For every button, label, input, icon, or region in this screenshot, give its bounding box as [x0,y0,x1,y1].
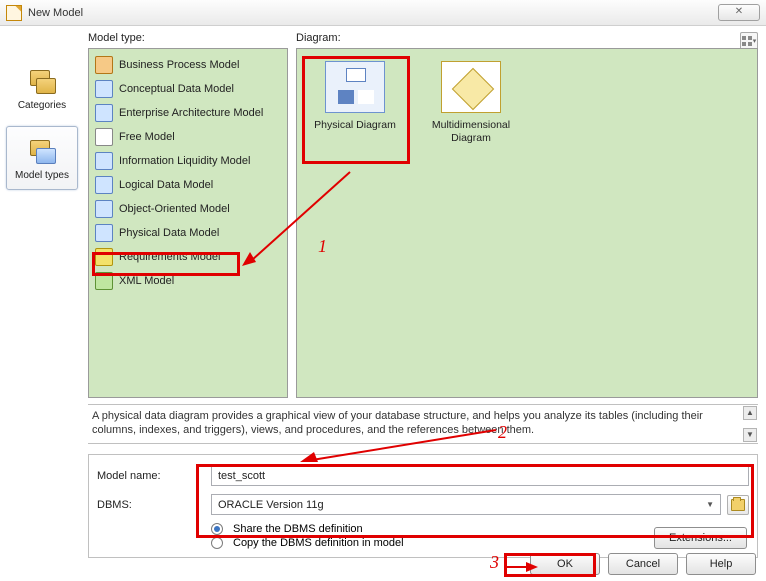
model-type-item[interactable]: Requirements Model [91,245,285,269]
description-text: A physical data diagram provides a graph… [92,410,703,436]
radio-copy-label[interactable]: Copy the DBMS definition in model [233,537,404,549]
rqm-icon [95,248,113,266]
eam-icon [95,104,113,122]
model-type-item[interactable]: Business Process Model [91,53,285,77]
radio-share[interactable] [211,523,223,535]
folder-icon [731,499,745,511]
model-type-item[interactable]: Object-Oriented Model [91,197,285,221]
dbms-label: DBMS: [97,499,205,511]
model-type-list[interactable]: Business Process Model Conceptual Data M… [88,48,288,398]
window-title: New Model [28,7,83,19]
model-name-input[interactable] [211,465,749,486]
nav-label: Categories [18,100,66,111]
options-form: Model name: DBMS: ORACLE Version 11g Sha… [88,454,758,558]
description-box: A physical data diagram provides a graph… [88,404,758,444]
model-type-item[interactable]: Free Model [91,125,285,149]
diagram-physical[interactable]: Physical Diagram [305,57,405,132]
scroll-down-button[interactable]: ▼ [743,428,757,442]
grid-icon [742,36,752,46]
model-name-label: Model name: [97,470,205,482]
ok-button[interactable]: OK [530,553,600,575]
ilm-icon [95,152,113,170]
scroll-up-button[interactable]: ▲ [743,406,757,420]
nav-label: Model types [15,170,69,181]
free-icon [95,128,113,146]
ldm-icon [95,176,113,194]
model-type-item[interactable]: Conceptual Data Model [91,77,285,101]
radio-share-label[interactable]: Share the DBMS definition [233,523,363,535]
folder-stack-icon [26,136,58,168]
model-type-label: Model type: [88,32,145,44]
model-type-item[interactable]: Information Liquidity Model [91,149,285,173]
xml-icon [95,272,113,290]
model-type-item[interactable]: Enterprise Architecture Model [91,101,285,125]
bpm-icon [95,56,113,74]
browse-dbms-button[interactable] [727,495,749,515]
model-type-item-physical[interactable]: Physical Data Model [91,221,285,245]
multidimensional-diagram-icon [441,61,501,113]
cdm-icon [95,80,113,98]
folder-stack-icon [26,66,58,98]
diagram-multidimensional[interactable]: Multidimensional Diagram [421,57,521,145]
physical-diagram-icon [325,61,385,113]
extensions-button[interactable]: Extensions... [654,527,747,549]
oom-icon [95,200,113,218]
cancel-button[interactable]: Cancel [608,553,678,575]
model-type-item[interactable]: XML Model [91,269,285,293]
diagram-label: Diagram: [296,32,341,44]
model-type-item[interactable]: Logical Data Model [91,173,285,197]
new-model-icon [6,5,22,21]
dialog-buttons: OK Cancel Help [530,553,756,575]
diagram-list[interactable]: Physical Diagram Multidimensional Diagra… [296,48,758,398]
pdm-icon [95,224,113,242]
help-button[interactable]: Help [686,553,756,575]
radio-copy[interactable] [211,537,223,549]
nav-model-types[interactable]: Model types [6,126,78,190]
nav-categories[interactable]: Categories [6,56,78,120]
close-button[interactable]: ✕ [718,4,760,21]
dbms-select[interactable]: ORACLE Version 11g [211,494,721,515]
titlebar: New Model ✕ [0,0,766,26]
